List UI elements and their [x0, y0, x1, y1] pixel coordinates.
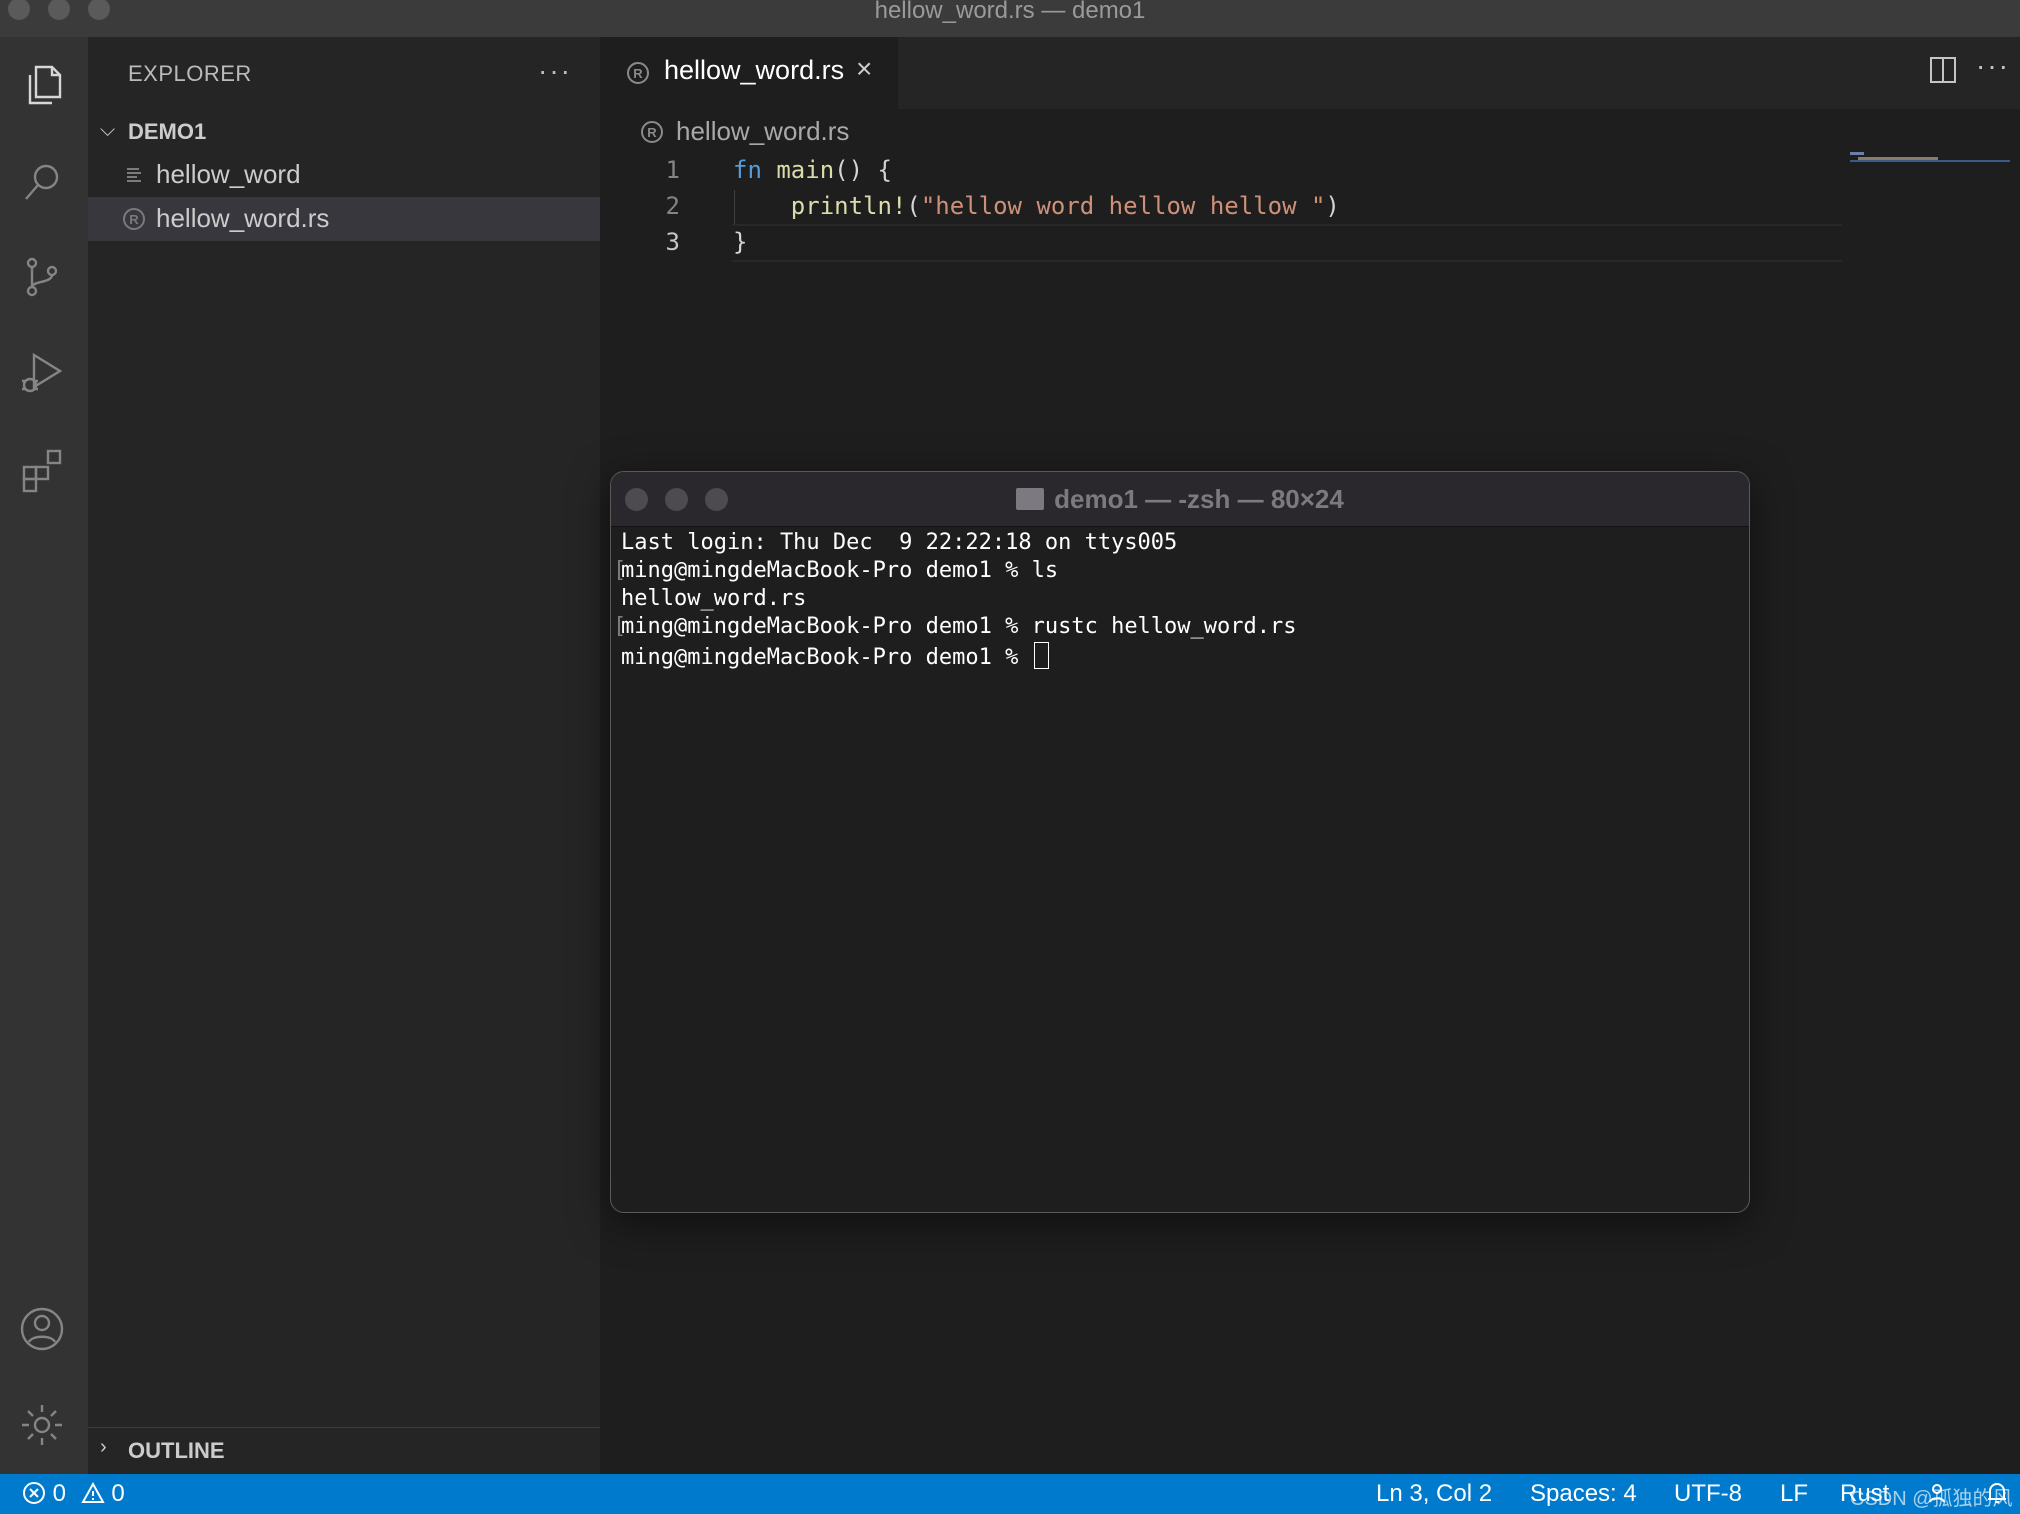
split-editor-icon[interactable] [1930, 57, 1956, 83]
more-actions-icon[interactable]: ··· [538, 55, 572, 87]
error-icon [23, 1482, 45, 1504]
source-control-icon[interactable] [14, 249, 70, 305]
run-debug-icon[interactable] [14, 345, 70, 401]
svg-text:R: R [129, 212, 139, 227]
file-item[interactable]: hellow_word [88, 153, 600, 197]
terminal-titlebar[interactable]: demo1 — -zsh — 80×24 [611, 472, 1749, 527]
search-icon[interactable] [14, 153, 70, 209]
indentation[interactable]: Spaces: 4 [1530, 1480, 1637, 1508]
folder-header[interactable]: ⌵ DEMO1 [88, 115, 600, 151]
code-line[interactable]: 1 fn main() { [600, 152, 1840, 188]
terminal-prompt: ming@mingdeMacBook-Pro demo1 % [621, 645, 1032, 670]
watermark: CSDN @孤独的风 [1850, 1488, 2013, 1510]
terminal-output[interactable]: Last login: Thu Dec 9 22:22:18 on ttys00… [613, 530, 1739, 1190]
extensions-icon[interactable] [14, 441, 70, 497]
terminal-title: demo1 — -zsh — 80×24 [1054, 484, 1344, 514]
settings-gear-icon[interactable] [14, 1397, 70, 1453]
problems-indicator[interactable]: 0 0 [22, 1480, 125, 1508]
file-label: hellow_word [156, 159, 301, 189]
chevron-right-icon: › [100, 1436, 107, 1458]
code-text: fn main() { [733, 156, 892, 184]
line-number: 3 [665, 228, 680, 256]
terminal-window[interactable]: demo1 — -zsh — 80×24 Last login: Thu Dec… [610, 471, 1750, 1213]
activity-bar [0, 37, 88, 1474]
folder-label: DEMO1 [128, 119, 207, 144]
folder-icon [1016, 488, 1045, 510]
cursor-position[interactable]: Ln 3, Col 2 [1376, 1480, 1492, 1508]
terminal-prompt-line: ming@mingdeMacBook-Pro demo1 % [621, 642, 1049, 670]
file-item-selected[interactable]: R hellow_word.rs [88, 197, 600, 241]
more-actions-icon[interactable]: ··· [1976, 50, 2010, 82]
tab-label: hellow_word.rs [664, 55, 845, 85]
warning-icon [81, 1481, 105, 1503]
error-count: 0 [52, 1480, 67, 1507]
rust-file-icon: R [626, 61, 650, 90]
minimap-slider[interactable] [1850, 160, 2010, 162]
rust-file-icon: R [122, 207, 146, 231]
svg-text:R: R [633, 66, 643, 81]
outline-label: OUTLINE [128, 1438, 225, 1463]
explorer-icon[interactable] [14, 57, 70, 113]
window-titlebar: hellow_word.rs — demo1 [0, 0, 2020, 37]
status-bar: 0 0 Ln 3, Col 2 Spaces: 4 UTF-8 LF Rust … [0, 1474, 2020, 1514]
sidebar-header: EXPLORER [128, 61, 252, 86]
explorer-sidebar: EXPLORER ··· ⌵ DEMO1 hellow_word R hello… [88, 37, 600, 1474]
terminal-line: hellow_word.rs [621, 586, 807, 611]
terminal-cursor [1033, 642, 1049, 669]
text-file-icon [122, 163, 146, 187]
code-text: } [733, 228, 748, 256]
code-line[interactable]: 3 } [600, 224, 1840, 260]
accounts-icon[interactable] [14, 1301, 70, 1357]
code-text: println!("hellow word hellow hellow ") [790, 192, 1340, 220]
terminal-line: ming@mingdeMacBook-Pro demo1 % ls [621, 558, 1059, 583]
warning-count: 0 [111, 1480, 125, 1507]
rust-file-icon: R [640, 120, 664, 151]
line-number: 2 [665, 192, 680, 220]
tab-hellow-word-rs[interactable]: R hellow_word.rs × [600, 37, 898, 109]
line-number: 1 [665, 156, 680, 184]
terminal-line: ming@mingdeMacBook-Pro demo1 % rustc hel… [621, 614, 1297, 639]
close-icon[interactable]: × [856, 53, 872, 85]
editor-tab-bar: R hellow_word.rs × [600, 37, 2020, 109]
outline-section-header[interactable]: › OUTLINE [88, 1427, 600, 1474]
svg-text:R: R [647, 125, 657, 140]
window-title: hellow_word.rs — demo1 [874, 0, 1146, 24]
encoding[interactable]: UTF-8 [1674, 1480, 1742, 1508]
file-label: hellow_word.rs [156, 203, 330, 233]
breadcrumb-label: hellow_word.rs [676, 116, 850, 146]
end-of-line[interactable]: LF [1780, 1480, 1808, 1508]
terminal-line: Last login: Thu Dec 9 22:22:18 on ttys00… [621, 530, 1178, 555]
code-line[interactable]: 2 println!("hellow word hellow hellow ") [600, 188, 1840, 224]
chevron-down-icon: ⌵ [100, 119, 116, 141]
